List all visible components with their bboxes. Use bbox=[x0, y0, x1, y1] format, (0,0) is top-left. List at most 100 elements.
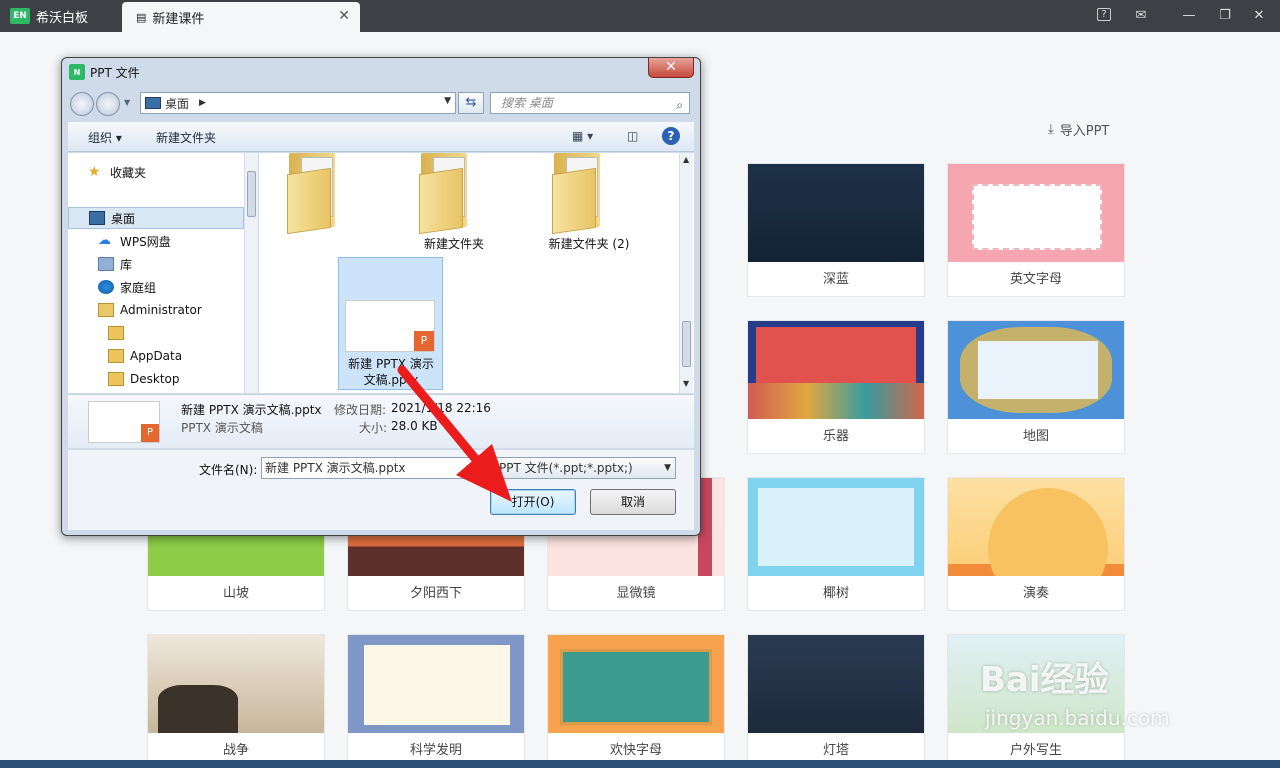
search-placeholder: 搜索 桌面 bbox=[501, 96, 553, 110]
help-icon[interactable]: ? bbox=[1097, 8, 1111, 21]
tab-new-courseware[interactable]: ▤ 新建课件 ✕ bbox=[122, 2, 360, 32]
template-thumbnail bbox=[948, 321, 1124, 419]
details-type: PPTX 演示文稿 bbox=[181, 421, 263, 435]
user-folder-icon bbox=[98, 303, 114, 317]
preview-pane-icon[interactable]: ◫ bbox=[627, 129, 638, 143]
mail-icon[interactable]: ✉ bbox=[1133, 8, 1149, 24]
template-thumbnail bbox=[348, 635, 524, 733]
nav-label: 桌面 bbox=[111, 211, 136, 226]
file-label[interactable]: 新建文件夹 bbox=[409, 235, 499, 252]
details-modified-label: 修改日期: bbox=[334, 403, 387, 417]
import-icon: ⤓ bbox=[1048, 122, 1054, 137]
star-icon: ★ bbox=[88, 164, 101, 180]
forward-button[interactable] bbox=[96, 92, 120, 116]
template-label: 夕阳西下 bbox=[409, 586, 462, 601]
homegroup-icon bbox=[98, 280, 114, 294]
template-label: 椰树 bbox=[822, 586, 849, 601]
navigation-pane: ★ 收藏夹 桌面 ☁ WPS网盘 库 家庭组 Administrator App… bbox=[68, 153, 258, 393]
chevron-down-icon[interactable]: ▼ bbox=[664, 458, 671, 478]
restore-icon[interactable]: ❐ bbox=[1217, 8, 1233, 24]
template-card-lighthouse[interactable]: 灯塔 bbox=[747, 634, 925, 768]
import-label: 导入PPT bbox=[1059, 124, 1110, 139]
close-icon[interactable]: ✕ bbox=[338, 8, 350, 24]
template-thumbnail bbox=[748, 478, 924, 576]
pptx-icon: P bbox=[141, 424, 159, 442]
template-label: 乐器 bbox=[822, 429, 849, 444]
folder-icon[interactable] bbox=[287, 153, 347, 235]
organize-button[interactable]: 组织 ▾ bbox=[88, 129, 122, 146]
chevron-down-icon[interactable]: ▼ bbox=[683, 379, 689, 388]
cancel-button[interactable]: 取消 bbox=[590, 489, 676, 515]
address-text: 桌面 bbox=[165, 96, 190, 111]
dialog-title: PPT 文件 bbox=[90, 66, 140, 80]
document-icon: ▤ bbox=[136, 10, 147, 24]
filename-label: 文件名(N): bbox=[199, 463, 258, 477]
template-label: 地图 bbox=[1022, 429, 1049, 444]
template-label: 显微镜 bbox=[616, 586, 656, 601]
view-icon[interactable]: ▦ ▾ bbox=[572, 129, 593, 143]
template-card-performance[interactable]: 演奏 bbox=[947, 477, 1125, 611]
import-ppt-button[interactable]: ⤓ 导入PPT bbox=[1048, 120, 1109, 139]
folder-icon[interactable] bbox=[552, 153, 612, 235]
chevron-down-icon[interactable]: ▼ bbox=[124, 98, 130, 107]
nav-item-favorites[interactable]: ★ 收藏夹 bbox=[88, 161, 264, 183]
nav-label: AppData bbox=[130, 349, 183, 363]
minimize-icon[interactable]: — bbox=[1181, 8, 1197, 24]
nav-label: 家庭组 bbox=[120, 280, 157, 295]
back-button[interactable] bbox=[70, 92, 94, 116]
folder-icon bbox=[108, 326, 124, 340]
scroll-thumb[interactable] bbox=[682, 321, 691, 367]
search-input[interactable]: 搜索 桌面 ⌕ bbox=[490, 92, 690, 114]
template-card-instruments[interactable]: 乐器 bbox=[747, 320, 925, 454]
new-folder-button[interactable]: 新建文件夹 bbox=[156, 129, 216, 146]
template-thumbnail bbox=[148, 635, 324, 733]
details-filename: 新建 PPTX 演示文稿.pptx bbox=[181, 403, 322, 417]
app-name: 希沃白板 bbox=[36, 10, 89, 26]
chevron-up-icon[interactable]: ▲ bbox=[683, 155, 689, 164]
address-bar[interactable]: 桌面 ▶ ▼ bbox=[140, 92, 456, 114]
close-icon[interactable]: ✕ bbox=[1251, 8, 1267, 24]
chevron-down-icon[interactable]: ▼ bbox=[444, 96, 451, 106]
open-file-dialog: N PPT 文件 ✕ ▼ 桌面 ▶ ▼ ⇆ 搜索 桌面 ⌕ 组织 ▾ 新建文件夹… bbox=[61, 57, 701, 536]
search-icon[interactable]: ⌕ bbox=[676, 95, 683, 115]
template-label: 演奏 bbox=[1022, 586, 1049, 601]
pptx-thumbnail: P bbox=[345, 300, 435, 352]
template-thumbnail bbox=[748, 164, 924, 262]
refresh-button[interactable]: ⇆ bbox=[458, 92, 484, 114]
template-label: 英文字母 bbox=[1009, 272, 1062, 287]
details-modified-value: 2021/1/18 22:16 bbox=[391, 401, 491, 415]
open-button[interactable]: 打开(O) bbox=[490, 489, 576, 515]
nav-label: 库 bbox=[120, 257, 133, 272]
app-tab[interactable]: EN 希沃白板 bbox=[10, 0, 88, 32]
nav-scrollbar[interactable] bbox=[244, 153, 258, 393]
folder-icon bbox=[108, 349, 124, 363]
template-card-happy-letters[interactable]: 欢快字母 bbox=[547, 634, 725, 768]
template-thumbnail bbox=[748, 321, 924, 419]
title-bar: EN 希沃白板 ▤ 新建课件 ✕ ? ✉ — ❐ ✕ bbox=[0, 0, 1280, 32]
template-card-letters[interactable]: 英文字母 bbox=[947, 163, 1125, 297]
scroll-thumb[interactable] bbox=[247, 171, 256, 217]
file-label[interactable]: 新建文件夹 (2) bbox=[539, 235, 639, 252]
file-scrollbar[interactable]: ▲ ▼ bbox=[679, 153, 693, 393]
tab-label: 新建课件 bbox=[152, 11, 205, 27]
template-card-palm[interactable]: 椰树 bbox=[747, 477, 925, 611]
file-item-selected[interactable]: P 新建 PPTX 演示文稿.pptx bbox=[338, 257, 443, 390]
cloud-icon: ☁ bbox=[98, 233, 111, 248]
nav-item-desktop[interactable]: 桌面 bbox=[68, 207, 244, 229]
details-size-label: 大小: bbox=[359, 421, 388, 435]
nav-label: 收藏夹 bbox=[110, 165, 147, 180]
template-card-deep-blue[interactable]: 深蓝 bbox=[747, 163, 925, 297]
help-icon[interactable]: ? bbox=[662, 127, 680, 145]
template-card-war[interactable]: 战争 bbox=[147, 634, 325, 768]
file-type-select[interactable]: PPT 文件(*.ppt;*.pptx;) ▼ bbox=[488, 457, 676, 479]
details-thumbnail: P bbox=[88, 401, 160, 443]
app-logo: EN bbox=[10, 8, 30, 24]
template-thumbnail bbox=[548, 635, 724, 733]
dialog-close-button[interactable]: ✕ bbox=[648, 58, 694, 78]
nav-label: Desktop bbox=[130, 372, 180, 386]
template-card-invention[interactable]: 科学发明 bbox=[347, 634, 525, 768]
folder-icon[interactable] bbox=[419, 153, 479, 235]
template-card-map[interactable]: 地图 bbox=[947, 320, 1125, 454]
chevron-right-icon[interactable]: ▶ bbox=[199, 98, 206, 108]
template-thumbnail bbox=[948, 478, 1124, 576]
